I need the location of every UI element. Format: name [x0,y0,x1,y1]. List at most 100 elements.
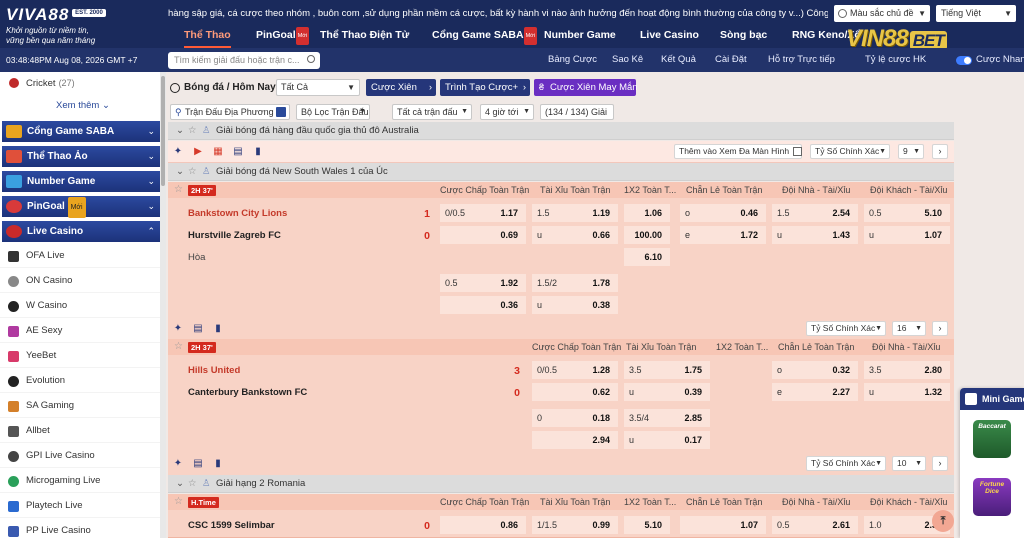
odd-cell[interactable]: u 1.32 [864,383,950,401]
odd-cell[interactable]: 0 0.18 [532,409,618,427]
exact-score-select[interactable]: Tỷ Số Chính Xác ▼ [810,144,890,159]
list-icon[interactable]: ▤ [192,458,204,470]
odds-type-select[interactable]: Tỷ lệ cược HK [865,48,926,72]
odd-cell[interactable]: u 0.39 [624,383,710,401]
odd-cell[interactable]: 0.69 [440,226,526,244]
quick-bet-toggle[interactable] [956,56,972,65]
nav-song-bac[interactable]: Sòng bạc [720,26,767,48]
odd-cell[interactable]: u 0.17 [624,431,710,449]
league-header[interactable]: ⌄ ☆ ♙ Giải bóng đá hàng đầu quốc gia thủ đô… [168,122,954,140]
odd-cell[interactable]: 3.5/4 2.85 [624,409,710,427]
league-header[interactable]: ⌄ ☆ ♙ Giải bóng đá New South Wales 1 của Úc [168,163,954,181]
provider-ae-sexy[interactable]: AE Sexy [0,319,166,343]
odd-cell[interactable]: 0.5 5.10 [864,204,950,222]
provider-microgaming[interactable]: Microgaming Live [0,469,166,493]
lucky-parlay-button[interactable]: ₴ Cược Xiên May Mắn [534,79,638,96]
provider-evolution[interactable]: Evolution [0,369,166,393]
provider-w-casino[interactable]: W Casino [0,294,166,318]
odd-cell[interactable]: u 0.66 [532,226,618,244]
link-ho-tro[interactable]: Hỗ trợ Trực tiếp [768,48,835,72]
exact-score-select[interactable]: Tỷ Số Chính Xác ▼ [806,456,886,471]
odd-cell[interactable]: 0.62 [532,383,618,401]
star-icon[interactable]: ☆ [188,475,202,493]
viva88-logo[interactable]: VIVA88 EST. 2000 Khởi nguồn từ niềm tin,… [6,5,146,45]
odd-cell[interactable]: 0.86 [440,516,526,534]
odd-cell[interactable]: 2.94 [532,431,618,449]
pin-icon[interactable]: ✦ [172,323,184,335]
sidebar-scroll-thumb[interactable] [161,76,165,186]
nav-number-game[interactable]: Number Game [544,26,616,48]
sidebar-cat-pingoal[interactable]: PinGoal Mới ⌄ [2,196,160,218]
grid-icon[interactable]: ▦ [212,146,224,158]
link-ket-qua[interactable]: Kết Quả [661,48,696,72]
all-matches-select[interactable]: Tất cả trận đấu ▼ [392,104,472,120]
provider-yeebet[interactable]: YeeBet [0,344,166,368]
stats-icon[interactable]: ▮ [252,146,264,158]
odd-cell[interactable]: 3.5 1.75 [624,361,710,379]
star-icon[interactable]: ☆ [174,182,183,198]
exact-score-select[interactable]: Tỷ Số Chính Xác ▼ [806,321,886,336]
multi-screen-checkbox[interactable] [793,147,803,157]
market-select[interactable]: Tất Cả ▼ [276,79,360,96]
parlay-button[interactable]: Cược Xiên › [366,79,436,96]
language-select[interactable]: Tiếng Việt ▼ [936,5,1016,22]
odd-cell[interactable]: 0.5 1.92 [440,274,526,292]
odd-cell[interactable]: 0/0.5 1.28 [532,361,618,379]
provider-ofa-live[interactable]: OFA Live [0,244,166,268]
see-more-link[interactable]: Xem thêm ⌄ [0,97,166,115]
provider-sa-gaming[interactable]: SA Gaming [0,394,166,418]
odd-cell[interactable]: 5.10 [624,516,670,534]
odd-cell[interactable]: 1/1.5 0.99 [532,516,618,534]
nav-the-thao-dien-tu[interactable]: Thể Thao Điện Tử [320,26,409,48]
link-bang-cuoc[interactable]: Bảng Cược [548,48,597,72]
star-icon[interactable]: ☆ [174,339,183,355]
local-match-filter[interactable]: ⚲ Trận Đấu Địa Phương [170,104,290,120]
provider-gpi[interactable]: GPI Live Casino [0,444,166,468]
provider-pp-live[interactable]: PP Live Casino [0,519,166,538]
multi-screen-button[interactable]: Thêm vào Xem Đa Màn Hình [674,144,803,159]
pin-icon[interactable]: ✦ [172,458,184,470]
star-icon[interactable]: ☆ [188,122,202,140]
odd-cell[interactable]: 1.07 [680,516,766,534]
local-match-checkbox[interactable] [276,107,286,117]
odd-cell[interactable]: u 1.07 [864,226,950,244]
list-icon[interactable]: ▤ [232,146,244,158]
time-range-select[interactable]: 4 giờ tới ▼ [480,104,534,120]
star-icon[interactable]: ☆ [174,494,183,510]
market-count-select[interactable]: 9 ▼ [898,144,924,159]
odd-cell[interactable]: u 1.43 [772,226,858,244]
scroll-to-top-button[interactable]: ⤒ [932,510,954,532]
sidebar-cat-virtual[interactable]: Thể Thao Ảo ⌄ [2,146,160,167]
provider-allbet[interactable]: Allbet [0,419,166,443]
next-button[interactable]: › [932,321,948,336]
market-count-select[interactable]: 16 ▼ [892,321,926,336]
sidebar-cat-saba[interactable]: Cổng Game SABA ⌄ [2,121,160,142]
odd-cell[interactable]: 0.36 [440,296,526,314]
sidebar-cat-live-casino[interactable]: Live Casino ⌃ [2,221,160,242]
odd-cell[interactable]: u 0.38 [532,296,618,314]
link-sao-ke[interactable]: Sao Kê [612,48,643,72]
mini-game-baccarat[interactable]: Baccarat [973,420,1011,458]
next-button[interactable]: › [932,456,948,471]
odd-cell[interactable]: 6.10 [624,248,670,266]
nav-pingoal[interactable]: PinGoal Mới [256,26,310,48]
sidebar-cat-number-game[interactable]: Number Game ⌄ [2,171,160,192]
odd-cell[interactable]: 1.5/2 1.78 [532,274,618,292]
nav-the-thao[interactable]: Thể Thao [184,26,231,48]
sidebar-item-cricket[interactable]: Cricket (27) [0,72,166,94]
nav-cong-game-saba[interactable]: Cổng Game SABA Mới [432,26,538,48]
odd-cell[interactable]: 100.00 [624,226,670,244]
star-icon[interactable]: ☆ [188,163,202,181]
stats-icon[interactable]: ▮ [212,323,224,335]
link-cai-dat[interactable]: Cài Đặt [715,48,747,72]
league-count[interactable]: (134 / 134) Giải [540,104,614,120]
market-count-select[interactable]: 10 ▼ [892,456,926,471]
next-button[interactable]: › [932,144,948,159]
odd-cell[interactable]: o 0.46 [680,204,766,222]
pin-icon[interactable]: ✦ [172,146,184,158]
mini-game-fortune-dice[interactable]: Fortune Dice [973,478,1011,516]
bet-builder-button[interactable]: Trình Tạo Cược+ › [440,79,530,96]
league-header[interactable]: ⌄ ☆ ♙ Giải hạng 2 Romania [168,475,954,493]
search-input[interactable]: Tìm kiếm giải đấu hoặc trận c... [168,52,320,69]
play-icon[interactable]: ▶ [192,146,204,158]
